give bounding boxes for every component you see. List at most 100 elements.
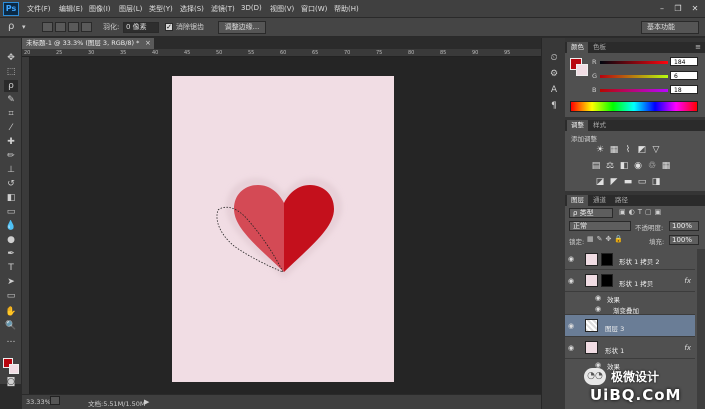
- effects-row[interactable]: ◉ 效果: [565, 292, 695, 304]
- status-arrow-icon[interactable]: ▶: [144, 398, 149, 406]
- lasso-tool-icon[interactable]: ρ: [4, 80, 18, 92]
- exposure-icon[interactable]: ◩: [637, 145, 647, 155]
- eye-icon[interactable]: ◉: [568, 277, 574, 285]
- tab-paths[interactable]: 路径: [611, 195, 632, 206]
- eyedropper-tool-icon[interactable]: ⁄: [4, 122, 18, 134]
- add-selection-icon[interactable]: [55, 22, 66, 32]
- levels-icon[interactable]: ▦: [609, 145, 619, 155]
- mixer-icon[interactable]: ♲: [647, 161, 657, 171]
- paragraph-panel-icon[interactable]: ¶: [548, 100, 560, 112]
- eraser-tool-icon[interactable]: ◧: [4, 192, 18, 204]
- opacity-input[interactable]: 100%: [669, 221, 699, 231]
- feather-input[interactable]: 0 像素: [123, 22, 159, 33]
- zoom-tool-icon[interactable]: 🔍: [4, 320, 18, 332]
- effect-row[interactable]: ◉ 渐变叠加: [565, 303, 695, 315]
- r-slider[interactable]: [600, 61, 668, 64]
- layer-row[interactable]: ◉ 形状 1 拷贝 2: [565, 249, 695, 270]
- layer-row[interactable]: ◉ 形状 1 拷贝 fx: [565, 270, 695, 292]
- color-spectrum[interactable]: [570, 101, 698, 112]
- menu-type[interactable]: 类型(Y): [149, 4, 173, 14]
- menu-file[interactable]: 文件(F): [27, 4, 51, 14]
- menu-layer[interactable]: 图层(L): [119, 4, 142, 14]
- fill-input[interactable]: 100%: [669, 235, 699, 245]
- minimize-button[interactable]: –: [655, 3, 669, 14]
- tab-color[interactable]: 颜色: [567, 42, 588, 53]
- eye-icon[interactable]: ◉: [568, 255, 574, 263]
- panel-menu-icon[interactable]: ≡: [695, 43, 701, 51]
- marquee-tool-icon[interactable]: ⬚: [4, 66, 18, 78]
- hand-tool-icon[interactable]: ✋: [4, 306, 18, 318]
- eye-icon[interactable]: ◉: [568, 344, 574, 352]
- dodge-tool-icon[interactable]: ●: [4, 234, 18, 246]
- menu-3d[interactable]: 3D(D): [241, 4, 262, 12]
- eye-icon[interactable]: ◉: [595, 305, 601, 313]
- brightness-icon[interactable]: ☀: [595, 145, 605, 155]
- shape-tool-icon[interactable]: ▭: [4, 290, 18, 302]
- document-canvas[interactable]: [172, 76, 394, 382]
- posterize-icon[interactable]: ◤: [609, 177, 619, 187]
- refine-edge-button[interactable]: 调整边缘...: [218, 21, 266, 34]
- subtract-selection-icon[interactable]: [68, 22, 79, 32]
- type-tool-icon[interactable]: T: [4, 262, 18, 274]
- crop-tool-icon[interactable]: ⌗: [4, 108, 18, 120]
- quick-mask-icon[interactable]: ◙: [4, 378, 18, 387]
- restore-button[interactable]: ❐: [671, 3, 685, 14]
- g-slider[interactable]: [600, 75, 668, 78]
- path-select-tool-icon[interactable]: ➤: [4, 276, 18, 288]
- layer-row[interactable]: ◉ 形状 1 fx: [565, 337, 695, 359]
- photo-filter-icon[interactable]: ◉: [633, 161, 643, 171]
- close-window-button[interactable]: ✕: [688, 3, 702, 14]
- lasso-preset-icon[interactable]: ρ: [8, 21, 14, 34]
- menu-view[interactable]: 视图(V): [270, 4, 294, 14]
- balance-icon[interactable]: ⚖: [605, 161, 615, 171]
- invert-icon[interactable]: ◪: [595, 177, 605, 187]
- background-color-swatch[interactable]: [9, 364, 19, 374]
- history-panel-icon[interactable]: ⏲: [548, 52, 560, 64]
- effect-name[interactable]: 渐变叠加: [613, 305, 639, 315]
- character-panel-icon[interactable]: A: [548, 84, 560, 96]
- more-tools-icon[interactable]: …: [4, 334, 18, 346]
- tab-swatches[interactable]: 色板: [589, 42, 610, 53]
- tab-channels[interactable]: 通道: [589, 195, 610, 206]
- tab-adjustments[interactable]: 调整: [567, 120, 588, 131]
- intersect-selection-icon[interactable]: [81, 22, 92, 32]
- layer-filter-select[interactable]: ρ 类型: [569, 208, 613, 218]
- fx-icon[interactable]: fx: [684, 344, 691, 352]
- filter-icons[interactable]: ▣◐T▢▣: [619, 208, 664, 216]
- quick-select-tool-icon[interactable]: ✎: [4, 94, 18, 106]
- eye-icon[interactable]: ◉: [595, 294, 601, 302]
- b-value[interactable]: 18: [670, 85, 698, 94]
- b-slider[interactable]: [600, 89, 668, 92]
- menu-edit[interactable]: 编辑(E): [59, 4, 83, 14]
- menu-filter[interactable]: 滤镜(T): [211, 4, 235, 14]
- fx-icon[interactable]: fx: [684, 277, 691, 285]
- layer-name[interactable]: 图层 3: [605, 323, 624, 333]
- pen-tool-icon[interactable]: ✒: [4, 248, 18, 260]
- blur-tool-icon[interactable]: 💧: [4, 220, 18, 232]
- selective-color-icon[interactable]: ◨: [651, 177, 661, 187]
- antialias-checkbox[interactable]: ✓: [165, 23, 173, 31]
- eye-icon[interactable]: ◉: [568, 322, 574, 330]
- document-tab[interactable]: 未标题-1 @ 33.3% (图层 3, RGB/8) *: [22, 38, 154, 49]
- blend-mode-select[interactable]: 正常: [569, 221, 631, 231]
- workspace-select[interactable]: 基本功能: [641, 21, 699, 34]
- tab-layers[interactable]: 图层: [567, 195, 588, 206]
- move-tool-icon[interactable]: ✥: [4, 52, 18, 64]
- history-brush-icon[interactable]: ↺: [4, 178, 18, 190]
- bg-color-swatch[interactable]: [576, 64, 588, 76]
- zoom-level[interactable]: 33.33%: [26, 398, 51, 406]
- tab-styles[interactable]: 样式: [589, 120, 610, 131]
- menu-image[interactable]: 图像(I): [89, 4, 111, 14]
- gradient-tool-icon[interactable]: ▭: [4, 206, 18, 218]
- menu-select[interactable]: 选择(S): [180, 4, 204, 14]
- threshold-icon[interactable]: ▬: [623, 177, 633, 187]
- chevron-down-icon[interactable]: ▾: [22, 21, 26, 34]
- gradient-map-icon[interactable]: ▭: [637, 177, 647, 187]
- curves-icon[interactable]: ⌇: [623, 145, 633, 155]
- stamp-tool-icon[interactable]: ⊥: [4, 164, 18, 176]
- brush-tool-icon[interactable]: ✏: [4, 150, 18, 162]
- lock-icons[interactable]: ▦✎✥🔒: [587, 235, 626, 243]
- g-value[interactable]: 6: [670, 71, 698, 80]
- menu-window[interactable]: 窗口(W): [301, 4, 327, 14]
- close-document-button[interactable]: ×: [145, 38, 153, 49]
